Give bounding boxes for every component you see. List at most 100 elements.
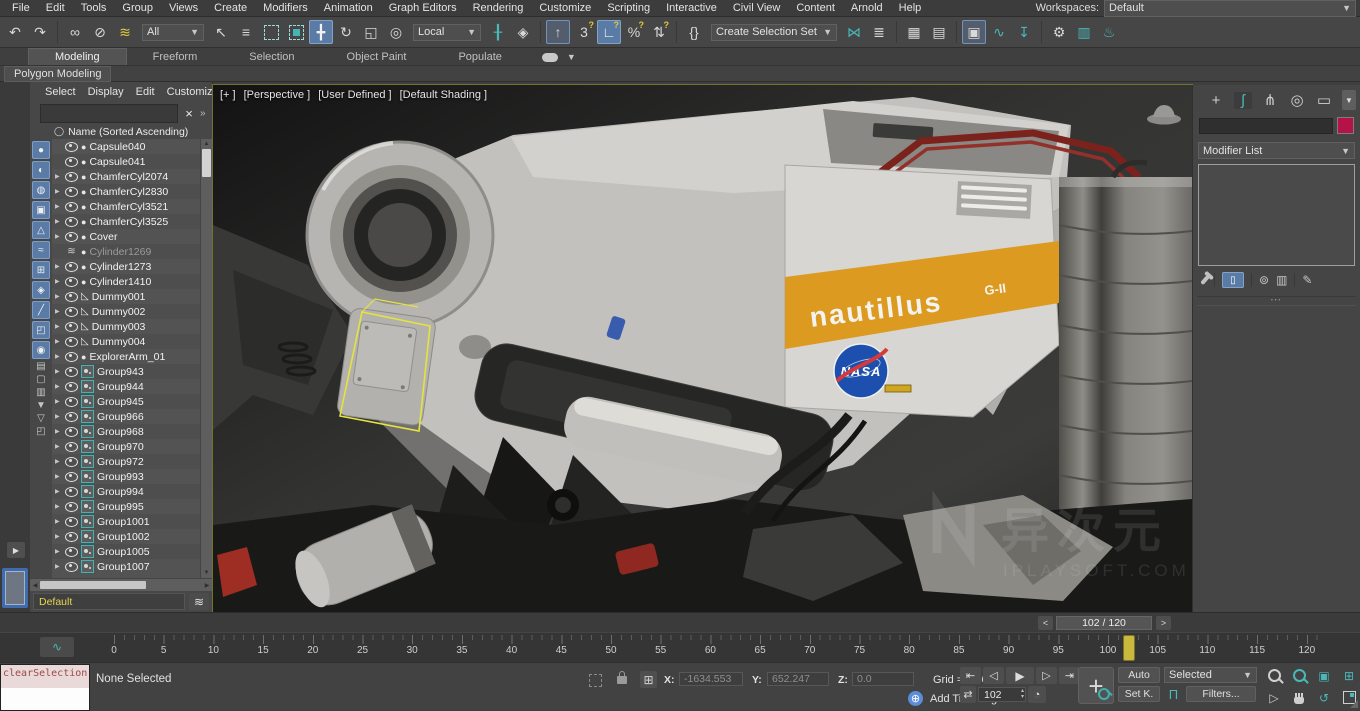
eye-icon[interactable] [65, 531, 78, 542]
go-to-end-button[interactable]: ⇥ [1059, 667, 1080, 684]
zoom-icon[interactable] [1262, 665, 1286, 686]
list-item[interactable]: ▶ Group966 [52, 409, 200, 424]
tab-selection[interactable]: Selection [223, 49, 320, 65]
bind-to-space-warp-icon[interactable]: ≋ [113, 20, 137, 44]
list-item[interactable]: ▶ Group1005 [52, 544, 200, 559]
list-item[interactable]: ≋ ● Cylinder1269 [52, 244, 200, 259]
eye-icon[interactable] [65, 471, 78, 482]
motion-tab[interactable]: ◎ [1288, 91, 1306, 109]
selection-lock-icon[interactable] [617, 671, 627, 684]
eye-icon[interactable] [65, 306, 78, 317]
display-helpers-icon[interactable]: △ [32, 221, 50, 239]
hierarchy-tab[interactable]: ⋔ [1261, 91, 1279, 109]
list-item[interactable]: ▶ Group970 [52, 439, 200, 454]
explorer-menu-display[interactable]: Display [83, 85, 129, 99]
z-coordinate-field[interactable]: 0.0 [852, 672, 914, 686]
list-item[interactable]: ▶ Group994 [52, 484, 200, 499]
window-crossing-toggle-icon[interactable] [284, 20, 308, 44]
search-input[interactable] [40, 103, 178, 123]
viewport-user-menu[interactable]: [User Defined ] [318, 89, 391, 101]
explorer-menu-select[interactable]: Select [40, 85, 81, 99]
list-item[interactable]: ▶ Group945 [52, 394, 200, 409]
menu-tools[interactable]: Tools [73, 1, 115, 15]
layers-icon[interactable]: ≋ [189, 593, 209, 610]
rendered-frame-window-icon[interactable]: ▥ [1072, 20, 1096, 44]
eye-icon[interactable] [65, 276, 78, 287]
zoom-all-icon[interactable] [1287, 665, 1311, 686]
explorer-menu-edit[interactable]: Edit [131, 85, 160, 99]
select-and-rotate-icon[interactable]: ↻ [334, 20, 358, 44]
list-item[interactable]: ▶ ● ChamferCyl2074 [52, 169, 200, 184]
list-item[interactable]: ▶ ● ChamferCyl3521 [52, 199, 200, 214]
named-selection-set-dropdown[interactable]: Create Selection Set ▼ [711, 23, 837, 41]
key-mode-toggle[interactable]: ⇄ [960, 686, 976, 703]
tab-populate[interactable]: Populate [432, 49, 527, 65]
list-item[interactable]: ▶ ● Cylinder1273 [52, 259, 200, 274]
expand-arrow-icon[interactable]: ▶ [55, 323, 62, 330]
auto-key-button[interactable]: Auto [1118, 667, 1160, 683]
select-and-move-icon[interactable]: ╋ [309, 20, 333, 44]
expand-arrow-icon[interactable]: ▶ [55, 203, 62, 210]
display-containers-icon[interactable]: ◰ [32, 321, 50, 339]
list-item[interactable]: ● Capsule040 [52, 139, 200, 154]
display-shapes-icon[interactable]: ◐ [32, 161, 50, 179]
coordinate-system-dropdown[interactable]: Local ▼ [413, 23, 481, 41]
selection-filter-dropdown[interactable]: All ▼ [142, 23, 204, 41]
eye-icon[interactable] [65, 261, 78, 272]
panel-splitter[interactable]: ⋯ [1197, 295, 1356, 306]
menu-create[interactable]: Create [206, 1, 255, 15]
eye-icon[interactable] [65, 216, 78, 227]
script-line[interactable]: clearSelection [1, 665, 89, 688]
select-object-icon[interactable]: ↖ [209, 20, 233, 44]
eye-icon[interactable] [65, 366, 78, 377]
list-item[interactable]: ▶ ● Cover [52, 229, 200, 244]
expand-arrow-icon[interactable]: ▶ [55, 488, 62, 495]
menu-file[interactable]: File [4, 1, 38, 15]
menu-edit[interactable]: Edit [38, 1, 73, 15]
eye-icon[interactable] [65, 381, 78, 392]
time-configuration-button[interactable]: ◔ [1028, 686, 1046, 703]
previous-frame-button[interactable]: ◁ [983, 667, 1004, 684]
nautillus-panel[interactable]: nautillus G-II NASA [784, 164, 1060, 418]
key-filters-icon[interactable]: Π [1164, 686, 1183, 702]
expand-arrow-icon[interactable]: ▶ [55, 458, 62, 465]
tab-freeform[interactable]: Freeform [127, 49, 224, 65]
mini-curve-editor-button[interactable]: ∿ [40, 637, 74, 657]
eye-icon[interactable] [65, 171, 78, 182]
make-unique-icon[interactable]: ⊚ [1259, 273, 1269, 287]
align-icon[interactable]: ≣ [867, 20, 891, 44]
expand-arrow-icon[interactable]: ▶ [55, 353, 62, 360]
pick-container-icon[interactable]: ◰ [32, 425, 50, 438]
viewport-general-menu[interactable]: [+ ] [220, 89, 236, 101]
resize-grip[interactable] [1350, 700, 1358, 708]
list-item[interactable]: ▶ ● ChamferCyl2830 [52, 184, 200, 199]
list-item[interactable]: ▶ Group944 [52, 379, 200, 394]
remove-modifier-icon[interactable]: ▥ [1276, 273, 1287, 287]
menu-content[interactable]: Content [788, 1, 843, 15]
eye-icon[interactable] [65, 186, 78, 197]
clear-search-icon[interactable]: × [182, 106, 196, 121]
scroll-right-icon[interactable]: ▶ [202, 582, 212, 589]
expand-arrow-icon[interactable]: ▶ [55, 518, 62, 525]
horizontal-scrollbar[interactable]: ◀ ▶ [30, 578, 212, 591]
edit-named-selection-sets-icon[interactable]: {} [682, 20, 706, 44]
propellant-tank[interactable] [1058, 159, 1192, 527]
expand-arrow-icon[interactable]: ▶ [55, 218, 62, 225]
create-tab[interactable]: + [1207, 92, 1225, 109]
eye-icon[interactable] [65, 141, 78, 152]
eye-icon[interactable] [65, 456, 78, 467]
mirror-icon[interactable]: ⋈ [842, 20, 866, 44]
expand-arrow-icon[interactable]: ▶ [55, 473, 62, 480]
eye-icon[interactable] [65, 321, 78, 332]
scroll-down-icon[interactable]: ▼ [204, 568, 210, 578]
polygon-modeling-panel-button[interactable]: Polygon Modeling [4, 65, 112, 82]
redo-icon[interactable]: ↷ [28, 20, 52, 44]
current-frame-field[interactable]: 102 ▴ ▾ [978, 687, 1026, 702]
display-bones-icon[interactable]: ╱ [32, 301, 50, 319]
tab-modeling[interactable]: Modeling [28, 48, 127, 65]
menu-group[interactable]: Group [114, 1, 161, 15]
object-color-swatch[interactable] [1337, 117, 1354, 134]
eye-icon[interactable] [65, 396, 78, 407]
menu-views[interactable]: Views [161, 1, 206, 15]
angle-snap-toggle-icon[interactable]: ∟? [597, 20, 621, 44]
